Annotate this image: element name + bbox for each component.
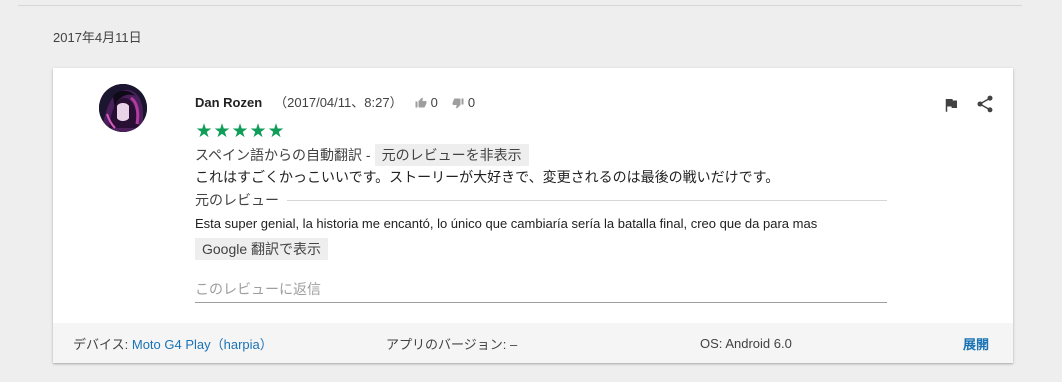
flag-button[interactable] bbox=[942, 96, 960, 114]
device-link[interactable]: Moto G4 Play（harpia） bbox=[132, 337, 273, 352]
thumb-down-icon bbox=[452, 98, 464, 109]
original-divider bbox=[287, 199, 887, 201]
star-icon: ★ bbox=[231, 121, 249, 142]
app-version-value: – bbox=[509, 336, 518, 352]
thumbs-down-count: 0 bbox=[467, 95, 476, 110]
device-label: デバイス: bbox=[73, 336, 129, 352]
share-button[interactable] bbox=[975, 94, 995, 114]
review-card: Dan Rozen （2017/04/11、8:27） 0 0 ★ ★ ★ ★ … bbox=[53, 68, 1013, 363]
app-version-label: アプリのバージョン: bbox=[386, 336, 507, 352]
translated-review-text: これはすごくかっこいいです。ストーリーが大好きで、変更されるのは最後の戦いだけで… bbox=[195, 169, 780, 185]
os-value: Android 6.0 bbox=[725, 335, 792, 351]
original-review-label: 元のレビュー bbox=[195, 192, 279, 208]
original-review-text: Esta super genial, la historia me encant… bbox=[195, 216, 818, 231]
google-translate-button[interactable]: Google 翻訳で表示 bbox=[195, 238, 329, 260]
translation-notice: スペイン語からの自動翻訳 - 元のレビューを非表示 bbox=[195, 144, 887, 166]
original-review-header: 元のレビュー bbox=[195, 191, 887, 209]
review-content: Dan Rozen （2017/04/11、8:27） 0 0 ★ ★ ★ ★ … bbox=[195, 94, 887, 260]
avatar[interactable] bbox=[99, 84, 147, 132]
os-info: OS: Android 6.0 bbox=[700, 336, 792, 351]
star-rating: ★ ★ ★ ★ ★ bbox=[195, 121, 887, 142]
device-info-footer: デバイス: Moto G4 Play（harpia） アプリのバージョン: – … bbox=[53, 323, 1013, 363]
date-header: 2017年4月11日 bbox=[53, 30, 142, 45]
review-meta: Dan Rozen （2017/04/11、8:27） 0 0 bbox=[195, 94, 887, 112]
reply-input[interactable] bbox=[195, 276, 887, 303]
app-version-info: アプリのバージョン: – bbox=[386, 334, 517, 353]
thumb-up-icon bbox=[415, 97, 427, 108]
hide-original-button[interactable]: 元のレビューを非表示 bbox=[374, 144, 529, 166]
star-icon: ★ bbox=[213, 121, 231, 142]
os-label: OS: bbox=[700, 335, 723, 351]
auto-translate-label: スペイン語からの自動翻訳 - bbox=[195, 147, 371, 163]
author-name[interactable]: Dan Rozen bbox=[195, 94, 262, 112]
star-icon: ★ bbox=[195, 121, 213, 142]
thumbs-up-count: 0 bbox=[430, 95, 438, 110]
star-icon: ★ bbox=[267, 121, 285, 142]
device-info: デバイス: Moto G4 Play（harpia） bbox=[73, 334, 273, 353]
flag-icon bbox=[945, 99, 957, 112]
star-icon: ★ bbox=[249, 121, 267, 142]
thumbs-down[interactable]: 0 bbox=[452, 94, 475, 112]
share-icon bbox=[977, 95, 993, 113]
expand-button[interactable]: 展開 bbox=[963, 334, 989, 353]
top-divider bbox=[18, 5, 1022, 6]
thumbs-up[interactable]: 0 bbox=[415, 94, 438, 112]
review-timestamp: （2017/04/11、8:27） bbox=[274, 95, 403, 110]
